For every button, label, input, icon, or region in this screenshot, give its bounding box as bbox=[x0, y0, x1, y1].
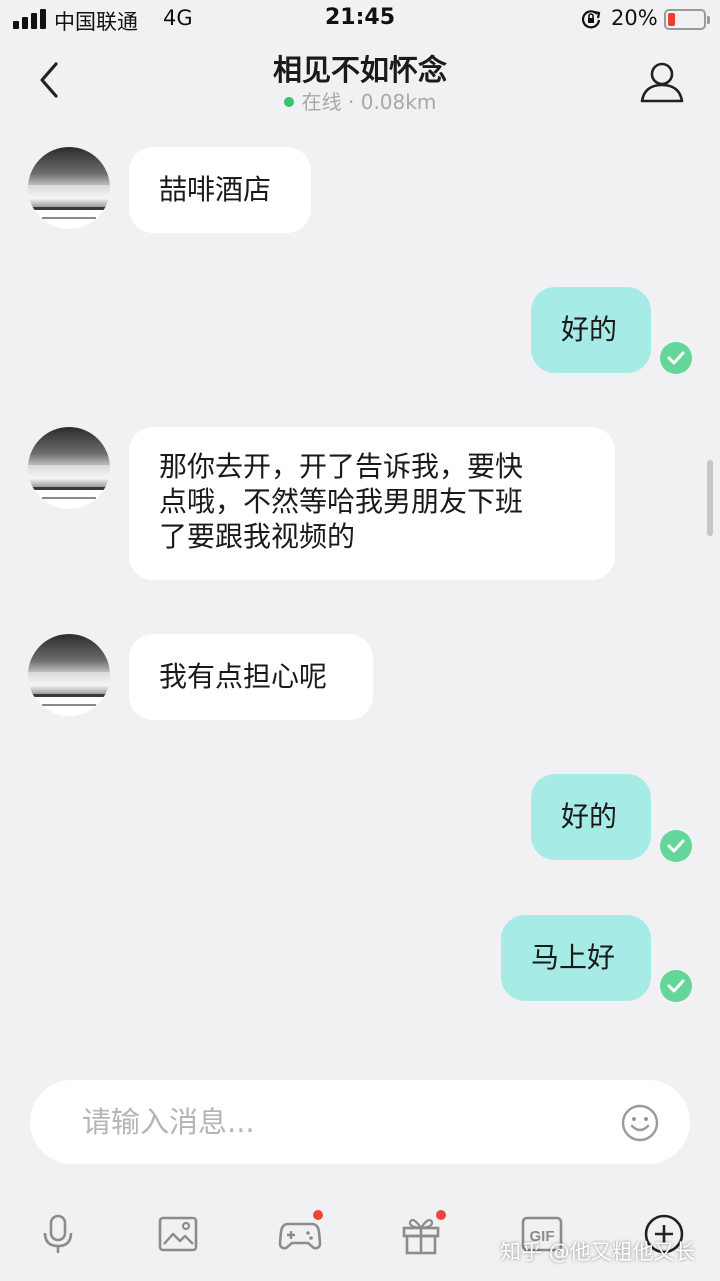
profile-icon[interactable] bbox=[638, 57, 686, 105]
battery-icon bbox=[664, 9, 710, 30]
message-line: 那你去开，开了告诉我，要快 bbox=[159, 450, 524, 483]
gift-badge bbox=[436, 1210, 446, 1220]
message-bubble-outgoing[interactable]: 好的 bbox=[531, 287, 651, 373]
message-text: 好的 bbox=[561, 800, 618, 833]
online-status: 在线 · 0.08km bbox=[0, 86, 720, 115]
battery-level bbox=[668, 13, 675, 26]
message-line: 了要跟我视频的 bbox=[159, 520, 356, 553]
message-text: 马上好 bbox=[531, 941, 616, 974]
message-bubble-incoming[interactable]: 喆啡酒店 bbox=[129, 147, 311, 233]
contact-avatar[interactable] bbox=[28, 427, 110, 509]
read-check-icon bbox=[660, 970, 692, 1002]
chat-title: 相见不如怀念 bbox=[272, 53, 447, 87]
read-check-icon bbox=[660, 342, 692, 374]
contact-avatar[interactable] bbox=[28, 147, 110, 229]
message-bubble-outgoing[interactable]: 马上好 bbox=[501, 915, 651, 1001]
contact-avatar[interactable] bbox=[28, 634, 110, 716]
chat-header: 相见不如怀念 在线 · 0.08km bbox=[0, 40, 720, 120]
online-dot-icon bbox=[283, 97, 294, 107]
scrollbar-thumb[interactable] bbox=[707, 460, 713, 536]
message-input-box bbox=[30, 1080, 690, 1164]
online-status-text: 在线 · 0.08km bbox=[301, 90, 437, 114]
message-input[interactable] bbox=[82, 1080, 602, 1164]
message-line: 点哦，不然等哈我男朋友下班 bbox=[159, 485, 524, 518]
watermark: 知乎 @他又粗他又长 bbox=[500, 1240, 696, 1264]
emoji-icon[interactable] bbox=[620, 1103, 660, 1143]
status-bar: 中国联通 4G 21:45 20% bbox=[0, 0, 720, 40]
message-bubble-incoming[interactable]: 我有点担心呢 bbox=[129, 634, 373, 720]
message-bubble-outgoing[interactable]: 好的 bbox=[531, 774, 651, 860]
gift-icon[interactable] bbox=[399, 1212, 443, 1256]
game-badge bbox=[313, 1210, 323, 1220]
message-text: 我有点担心呢 bbox=[159, 660, 328, 693]
message-bubble-incoming[interactable]: 那你去开，开了告诉我，要快 点哦，不然等哈我男朋友下班 了要跟我视频的 bbox=[129, 427, 615, 580]
battery-percent: 20% bbox=[611, 6, 658, 30]
read-check-icon bbox=[660, 830, 692, 862]
message-text: 喆啡酒店 bbox=[159, 173, 272, 206]
message-text: 好的 bbox=[561, 313, 618, 346]
rotation-lock-icon bbox=[581, 10, 601, 29]
microphone-icon[interactable] bbox=[36, 1212, 80, 1256]
image-icon[interactable] bbox=[156, 1212, 200, 1256]
